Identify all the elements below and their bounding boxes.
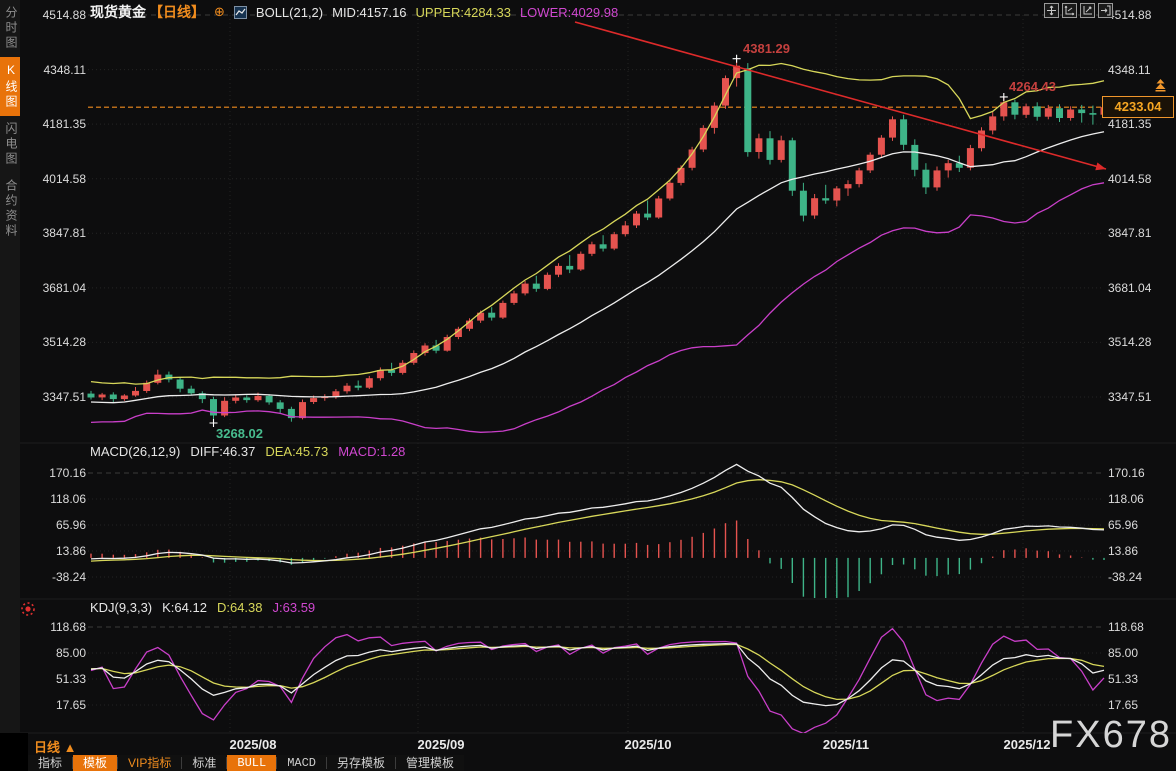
latest-price-tag: 4233.04 xyxy=(1102,96,1174,118)
low-annotation: 3268.02 xyxy=(216,426,263,441)
symbol-title: 现货黄金 xyxy=(90,2,146,22)
macd-name: MACD(26,12,9) xyxy=(90,444,180,459)
macd-axis-label: 118.06 xyxy=(22,492,86,506)
sidebar-item-2[interactable]: 闪电图 xyxy=(0,116,20,173)
kdj-axis-label: 51.33 xyxy=(1108,672,1174,686)
kdj-name: KDJ(9,3,3) xyxy=(90,600,152,615)
axis-scale-icon[interactable] xyxy=(1062,3,1077,18)
kdj-axis-label: 51.33 xyxy=(22,672,86,686)
macd-axis-label: -38.24 xyxy=(1108,570,1174,584)
bottom-tab-4[interactable]: BULL xyxy=(227,755,276,771)
time-axis-label: 2025/10 xyxy=(625,737,672,752)
macd-diff-value: DIFF:46.37 xyxy=(190,444,255,459)
time-axis-label: 2025/11 xyxy=(823,737,869,752)
period-selector[interactable]: 日线 ▲ xyxy=(34,737,76,756)
price-axis-label: 4348.11 xyxy=(1108,63,1174,77)
macd-axis-label: 13.86 xyxy=(1108,544,1174,558)
boll-lower-value: LOWER:4029.98 xyxy=(520,5,618,20)
jump-to-latest-icon[interactable] xyxy=(1153,79,1168,97)
add-indicator-icon[interactable]: ⊕ xyxy=(214,4,225,20)
bottom-tab-1[interactable]: 模板 xyxy=(73,755,117,771)
price-axis-label: 3514.28 xyxy=(22,335,86,349)
chart-toolbar xyxy=(1044,3,1113,18)
boll-mid-value: MID:4157.16 xyxy=(332,5,406,20)
high-annotation: 4381.29 xyxy=(743,41,790,56)
sidebar-item-1[interactable]: K线图 xyxy=(0,57,20,116)
price-axis-label: 4514.88 xyxy=(22,8,86,22)
price-axis-label: 3681.04 xyxy=(1108,281,1174,295)
kdj-d-value: D:64.38 xyxy=(217,600,263,615)
bottom-tab-bar: 指标模板VIP指标标准BULLMACD另存模板管理模板 xyxy=(28,755,464,771)
boll-chart-icon xyxy=(234,6,247,19)
macd-axis-label: 65.96 xyxy=(1108,518,1174,532)
boll-upper-value: UPPER:4284.33 xyxy=(416,5,511,20)
kdj-axis-label: 85.00 xyxy=(22,646,86,660)
kdj-k-value: K:64.12 xyxy=(162,600,207,615)
price-axis-label: 4014.58 xyxy=(22,172,86,186)
time-axis-label: 2025/09 xyxy=(418,737,465,752)
price-axis-label: 4181.35 xyxy=(1108,117,1174,131)
kdj-axis-label: 17.65 xyxy=(1108,698,1174,712)
sidebar-item-0[interactable]: 分时图 xyxy=(0,0,20,57)
left-sidebar: 分时图K线图闪电图合约资料 xyxy=(0,0,20,771)
macd-axis-label: -38.24 xyxy=(22,570,86,584)
move-icon[interactable] xyxy=(1044,3,1059,18)
kdj-axis-label: 118.68 xyxy=(1108,620,1174,634)
macd-axis-label: 170.16 xyxy=(22,466,86,480)
live-flash-icon xyxy=(20,601,36,617)
price-axis-label: 4348.11 xyxy=(22,63,86,77)
price-axis-label: 3347.51 xyxy=(22,390,86,404)
sidebar-item-3[interactable]: 合约资料 xyxy=(0,173,20,245)
bottom-tab-5[interactable]: MACD xyxy=(277,755,326,771)
chart-canvas[interactable] xyxy=(0,0,1176,771)
corner-block xyxy=(0,733,28,771)
recent-high-annotation: 4264.43 xyxy=(1009,79,1056,94)
kdj-j-value: J:63.59 xyxy=(273,600,316,615)
price-axis-label: 3847.81 xyxy=(1108,226,1174,240)
kdj-axis-label: 85.00 xyxy=(1108,646,1174,660)
period-tag: 【日线】 xyxy=(149,2,205,22)
bottom-tab-6[interactable]: 另存模板 xyxy=(327,755,395,771)
bottom-tab-3[interactable]: 标准 xyxy=(182,755,226,771)
trading-terminal: 分时图K线图闪电图合约资料 现货黄金 【日线】 ⊕ BOLL(21,2) MID… xyxy=(0,0,1176,771)
macd-hist-value: MACD:1.28 xyxy=(338,444,405,459)
boll-label: BOLL(21,2) xyxy=(256,5,323,20)
fx678-watermark: FX678 xyxy=(1050,714,1172,757)
price-axis-label: 4514.88 xyxy=(1108,8,1174,22)
macd-axis-label: 65.96 xyxy=(22,518,86,532)
bottom-tab-0[interactable]: 指标 xyxy=(28,755,72,771)
macd-axis-label: 118.06 xyxy=(1108,492,1174,506)
chart-header: 现货黄金 【日线】 ⊕ BOLL(21,2) MID:4157.16 UPPER… xyxy=(90,3,618,21)
price-axis-label: 3681.04 xyxy=(22,281,86,295)
kdj-axis-label: 17.65 xyxy=(22,698,86,712)
time-axis-label: 2025/08 xyxy=(230,737,277,752)
macd-axis-label: 170.16 xyxy=(1108,466,1174,480)
kdj-axis-label: 118.68 xyxy=(22,620,86,634)
price-axis-label: 4181.35 xyxy=(22,117,86,131)
bottom-tab-7[interactable]: 管理模板 xyxy=(396,755,464,771)
time-axis-label: 2025/12 xyxy=(1004,737,1051,752)
price-axis-label: 4014.58 xyxy=(1108,172,1174,186)
axis-pan-icon[interactable] xyxy=(1080,3,1095,18)
price-axis-label: 3514.28 xyxy=(1108,335,1174,349)
macd-header: MACD(26,12,9) DIFF:46.37 DEA:45.73 MACD:… xyxy=(90,444,405,459)
kdj-header: KDJ(9,3,3) K:64.12 D:64.38 J:63.59 xyxy=(90,600,315,615)
macd-dea-value: DEA:45.73 xyxy=(265,444,328,459)
bottom-tab-2[interactable]: VIP指标 xyxy=(118,755,181,771)
price-axis-label: 3847.81 xyxy=(22,226,86,240)
exit-icon[interactable] xyxy=(1098,3,1113,18)
price-axis-label: 3347.51 xyxy=(1108,390,1174,404)
macd-axis-label: 13.86 xyxy=(22,544,86,558)
